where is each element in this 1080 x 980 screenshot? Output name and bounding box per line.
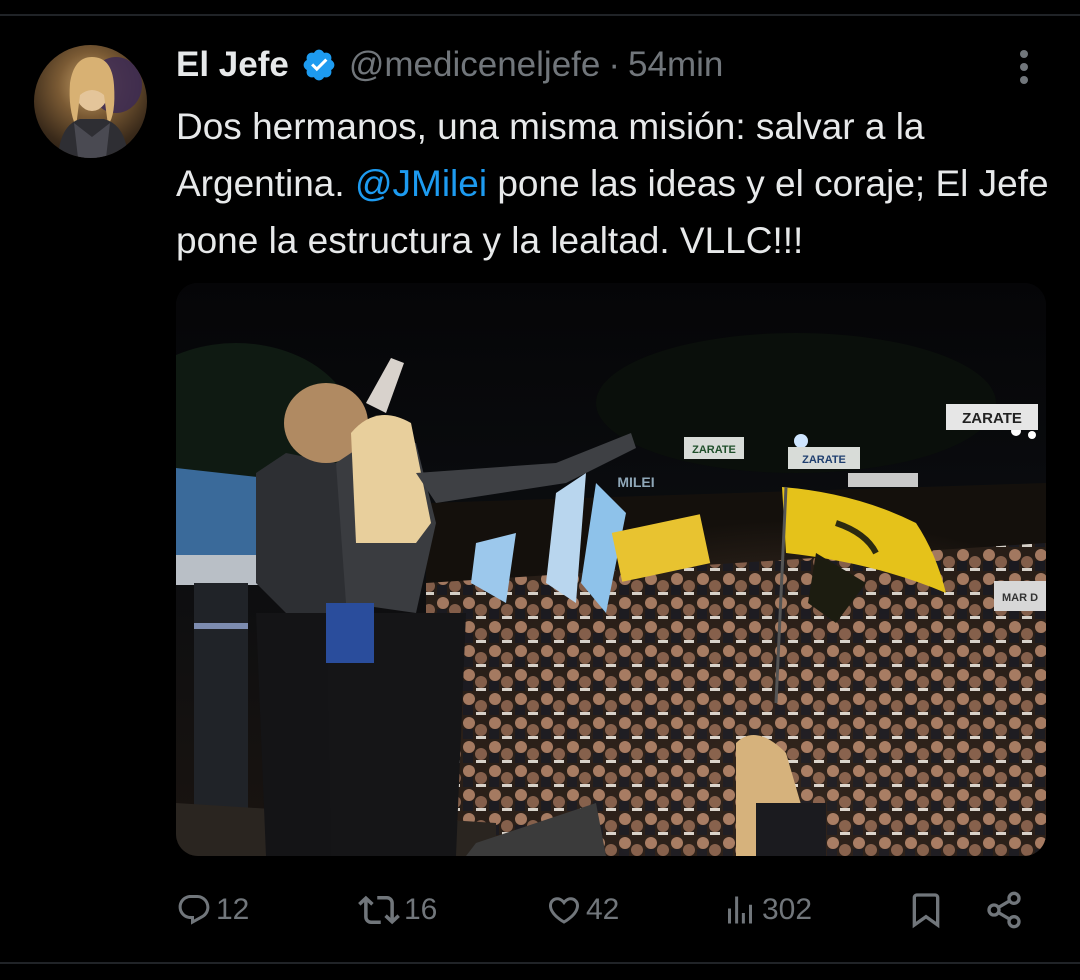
bottom-divider <box>0 962 1080 964</box>
timestamp[interactable]: 54min <box>628 45 723 85</box>
bookmark-button[interactable] <box>906 880 950 940</box>
views-button[interactable]: 302 <box>722 880 812 940</box>
sign-mar: MAR D <box>1002 592 1038 604</box>
sign-zarate-3: ZARATE <box>802 454 846 466</box>
like-count: 42 <box>586 893 620 926</box>
bookmark-icon <box>912 893 940 929</box>
reply-icon <box>178 895 210 925</box>
display-name[interactable]: El Jefe <box>176 45 289 85</box>
sign-milei: MILEI <box>617 474 654 490</box>
reply-count: 12 <box>216 893 250 926</box>
share-button[interactable] <box>984 880 1028 940</box>
tweet-header: El Jefe @mediceneljefe · 54min <box>176 40 723 90</box>
reply-button[interactable]: 12 <box>176 880 249 940</box>
tweet-photo[interactable]: ZARATE ZARATE ZARATE MILEI MAR D <box>176 283 1046 856</box>
share-icon <box>987 891 1021 929</box>
tweet-text: Dos hermanos, una misma misión: salvar a… <box>176 98 1056 269</box>
verified-badge-icon <box>301 47 337 83</box>
retweet-icon <box>358 895 400 925</box>
views-icon <box>728 896 752 924</box>
separator-dot: · <box>608 45 621 84</box>
more-options-icon[interactable] <box>1010 46 1038 88</box>
retweet-count: 16 <box>404 893 438 926</box>
handle[interactable]: @mediceneljefe <box>349 45 601 85</box>
views-count: 302 <box>762 893 813 926</box>
heart-icon <box>548 897 580 924</box>
tweet-actions: 12 16 42 302 <box>0 880 1080 940</box>
top-divider <box>0 14 1080 16</box>
mention-link[interactable]: @JMilei <box>355 163 487 204</box>
sign-zarate-2: ZARATE <box>692 444 736 456</box>
like-button[interactable]: 42 <box>546 880 619 940</box>
sign-zarate-1: ZARATE <box>962 410 1022 427</box>
avatar[interactable] <box>34 45 147 158</box>
retweet-button[interactable]: 16 <box>358 880 437 940</box>
